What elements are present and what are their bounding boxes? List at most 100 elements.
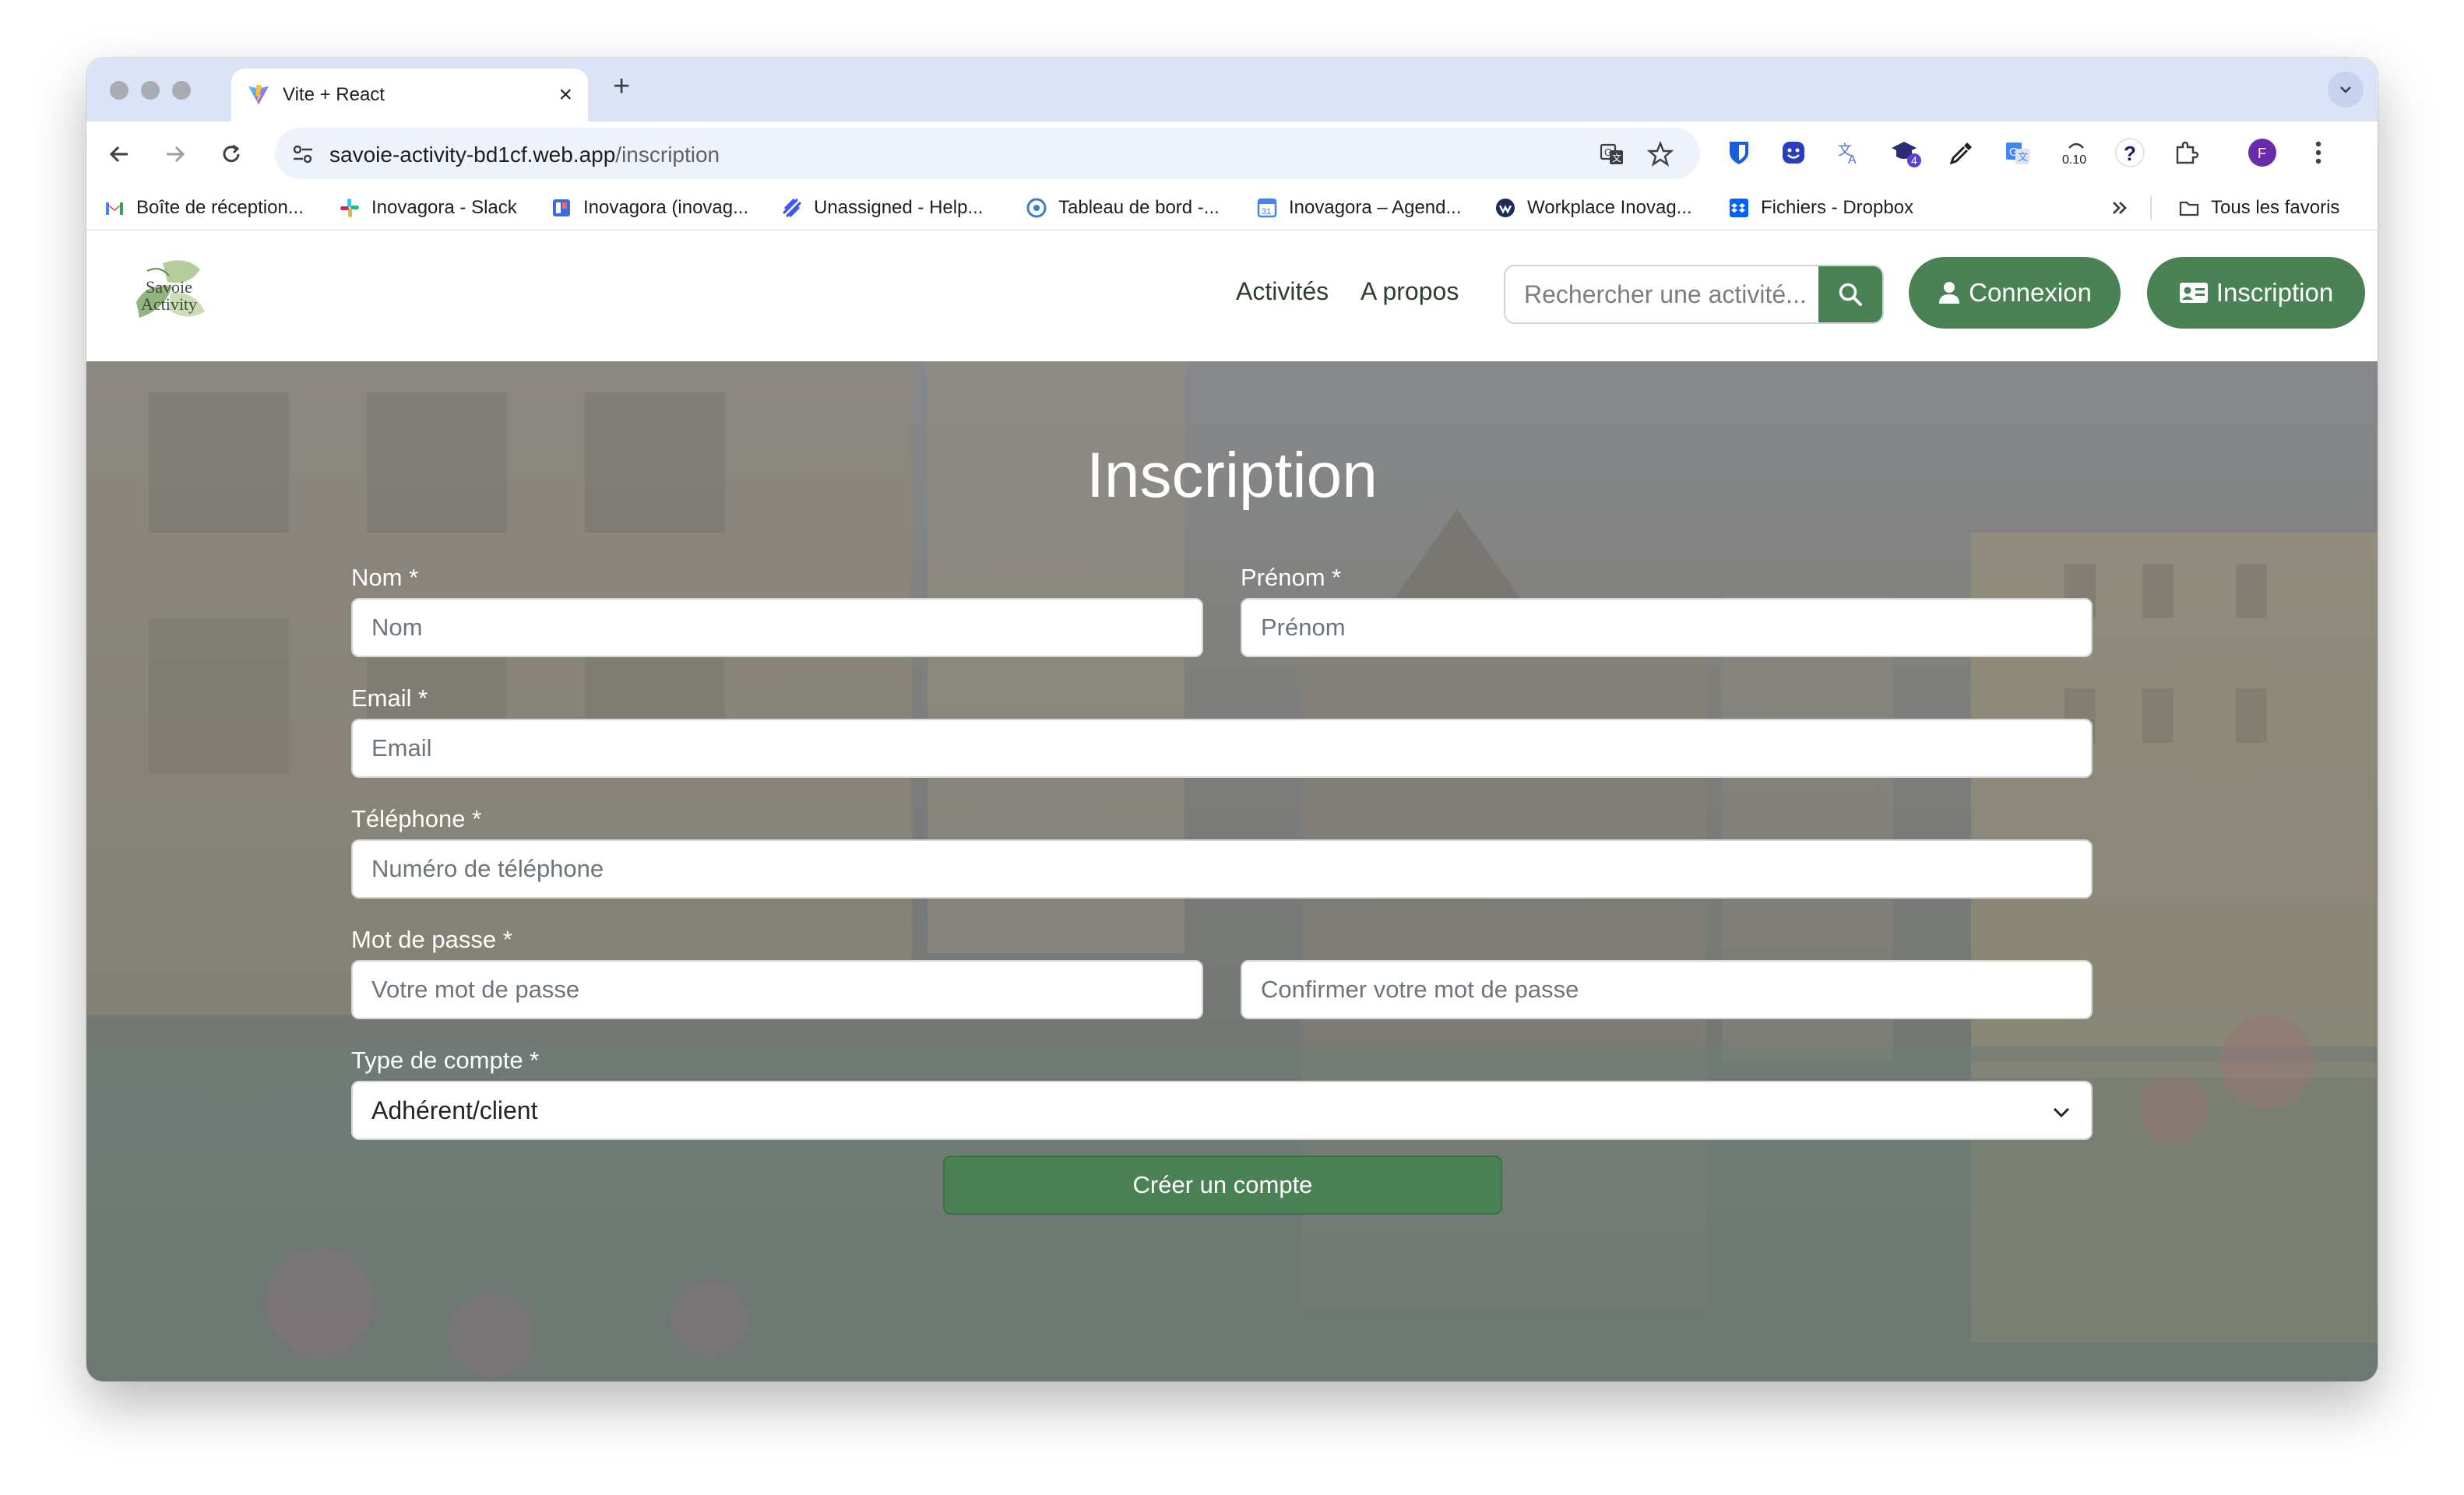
speed-counter-value: 0.10 xyxy=(2062,153,2086,167)
bookmark-label: Inovagora - Slack xyxy=(371,197,517,218)
bookmark-label: Fichiers - Dropbox xyxy=(1761,197,1914,218)
back-button[interactable] xyxy=(104,139,135,170)
more-bookmarks-button[interactable] xyxy=(2108,195,2131,221)
zoom-window-dot[interactable] xyxy=(172,81,191,100)
svg-text:文: 文 xyxy=(2018,151,2028,163)
bookmark-dropbox[interactable]: Fichiers - Dropbox xyxy=(1728,195,1913,221)
url-path: /inscription xyxy=(615,142,720,167)
bookmark-agenda[interactable]: 31 Inovagora – Agend... xyxy=(1256,195,1462,221)
password-label: Mot de passe * xyxy=(351,926,512,953)
signup-label: Inscription xyxy=(2216,278,2334,307)
bookmarks-bar: Boîte de réception... Inovagora - Slack … xyxy=(86,185,2378,230)
last-name-input[interactable] xyxy=(351,598,1203,657)
dropbox-icon xyxy=(1730,199,1748,217)
account-type-select[interactable]: Adhérent/client xyxy=(351,1081,2093,1140)
account-type-value: Adhérent/client xyxy=(371,1096,538,1124)
signup-button[interactable]: Inscription xyxy=(2147,257,2365,329)
double-chevron-icon xyxy=(2113,202,2127,214)
browser-menu-icon[interactable] xyxy=(2303,137,2334,168)
browser-toolbar: savoie-activity-bd1cf.web.app/inscriptio… xyxy=(86,121,2378,185)
tab-search-button[interactable] xyxy=(2328,72,2364,107)
bookmark-label: Unassigned - Help... xyxy=(814,197,984,218)
web-page: Savoie Activity Activités A propos Conne… xyxy=(86,230,2378,1381)
bookmark-star-icon[interactable] xyxy=(1647,141,1674,167)
svg-text:A: A xyxy=(1848,153,1857,166)
first-name-label: Prénom * xyxy=(1241,564,1342,591)
svg-text:文: 文 xyxy=(1612,152,1621,164)
helpscout-icon xyxy=(783,199,801,217)
email-label: Email * xyxy=(351,684,428,712)
first-name-input[interactable] xyxy=(1241,598,2093,657)
activity-search xyxy=(1504,265,1884,324)
bookmark-label: Inovagora (inovag... xyxy=(583,197,749,218)
bookmark-dashboard[interactable]: Tableau de bord -... xyxy=(1026,195,1220,221)
search-button[interactable] xyxy=(1818,266,1882,322)
translate-extension-icon[interactable]: 文A xyxy=(1834,137,1865,168)
slack-icon xyxy=(340,199,359,217)
phone-label: Téléphone * xyxy=(351,805,482,832)
search-input[interactable] xyxy=(1505,266,1818,322)
email-input[interactable] xyxy=(351,719,2093,778)
url-domain: savoie-activity-bd1cf.web.app xyxy=(329,142,616,167)
profile-avatar[interactable]: F xyxy=(2247,137,2278,168)
bookmark-label: Tableau de bord -... xyxy=(1058,197,1220,218)
tab-title: Vite + React xyxy=(283,84,385,105)
bookmark-label: Boîte de réception... xyxy=(136,197,304,218)
speed-counter-icon[interactable]: 0.10 xyxy=(2057,137,2096,168)
color-picker-icon[interactable] xyxy=(1946,137,1977,168)
arrow-left-icon xyxy=(109,146,128,163)
bookmark-gmail[interactable]: Boîte de réception... xyxy=(104,195,304,221)
bookmark-slack[interactable]: Inovagora - Slack xyxy=(339,195,517,221)
user-icon xyxy=(1939,282,1960,304)
active-tab[interactable]: Vite + React × xyxy=(231,69,588,121)
tab-strip: Vite + React × + xyxy=(86,58,2378,121)
bookmark-helpscout[interactable]: Unassigned - Help... xyxy=(781,195,983,221)
bookmark-workplace[interactable]: Workplace Inovag... xyxy=(1494,195,1692,221)
svg-text:?: ? xyxy=(2124,142,2136,165)
id-card-icon xyxy=(2179,283,2208,303)
help-extension-icon[interactable]: ? xyxy=(2114,137,2145,168)
new-tab-icon[interactable]: + xyxy=(613,72,630,101)
close-tab-icon[interactable]: × xyxy=(558,83,572,107)
bitwarden-icon[interactable] xyxy=(1723,137,1755,168)
login-button[interactable]: Connexion xyxy=(1909,257,2121,329)
gmail-icon xyxy=(106,202,123,215)
google-translate-icon[interactable]: G文 xyxy=(2002,137,2033,168)
confirm-password-input[interactable] xyxy=(1241,960,2093,1019)
url-text[interactable]: savoie-activity-bd1cf.web.app/inscriptio… xyxy=(329,142,720,167)
translate-icon[interactable]: G 文 xyxy=(1599,141,1625,167)
form-title: Inscription xyxy=(1086,440,1378,511)
site-settings-icon[interactable] xyxy=(290,142,315,167)
calendar-icon: 31 xyxy=(1257,198,1277,218)
bookmark-label: Inovagora – Agend... xyxy=(1289,197,1462,218)
all-bookmarks-folder[interactable]: Tous les favoris xyxy=(2178,195,2339,221)
address-bar[interactable]: savoie-activity-bd1cf.web.app/inscriptio… xyxy=(275,128,1700,179)
dashboard-icon xyxy=(1026,198,1047,218)
account-type-label: Type de compte * xyxy=(351,1046,540,1074)
nav-link-about[interactable]: A propos xyxy=(1360,277,1459,306)
profile-initial: F xyxy=(2258,146,2266,161)
savoie-activity-logo[interactable]: Savoie Activity xyxy=(124,248,214,338)
bookmark-inovagora[interactable]: Inovagora (inovag... xyxy=(551,195,748,221)
site-navbar: Savoie Activity Activités A propos Conne… xyxy=(86,230,2378,361)
reload-button[interactable] xyxy=(216,139,247,170)
minimize-window-dot[interactable] xyxy=(141,81,160,100)
bookmark-label: Workplace Inovag... xyxy=(1527,197,1692,218)
forward-button[interactable] xyxy=(160,139,191,170)
chevron-down-icon xyxy=(2340,86,2351,93)
password-input[interactable] xyxy=(351,960,1203,1019)
close-window-dot[interactable] xyxy=(110,81,128,100)
phone-input[interactable] xyxy=(351,839,2093,899)
vite-icon xyxy=(248,84,269,105)
graduation-cap-extension-icon[interactable]: 4 xyxy=(1890,137,1921,168)
extension-badge: 4 xyxy=(1911,154,1917,167)
last-name-label: Nom * xyxy=(351,564,419,591)
smiley-extension-icon[interactable] xyxy=(1778,137,1809,168)
workplace-icon xyxy=(1496,199,1515,217)
arrow-right-icon xyxy=(167,146,185,163)
nav-link-activities[interactable]: Activités xyxy=(1236,277,1329,306)
create-account-button[interactable]: Créer un compte xyxy=(943,1156,1502,1215)
signup-hero: Inscription Nom * Prénom * Email * Télép… xyxy=(86,361,2378,1381)
extensions-puzzle-icon[interactable] xyxy=(2170,137,2202,168)
reload-icon xyxy=(223,144,240,163)
